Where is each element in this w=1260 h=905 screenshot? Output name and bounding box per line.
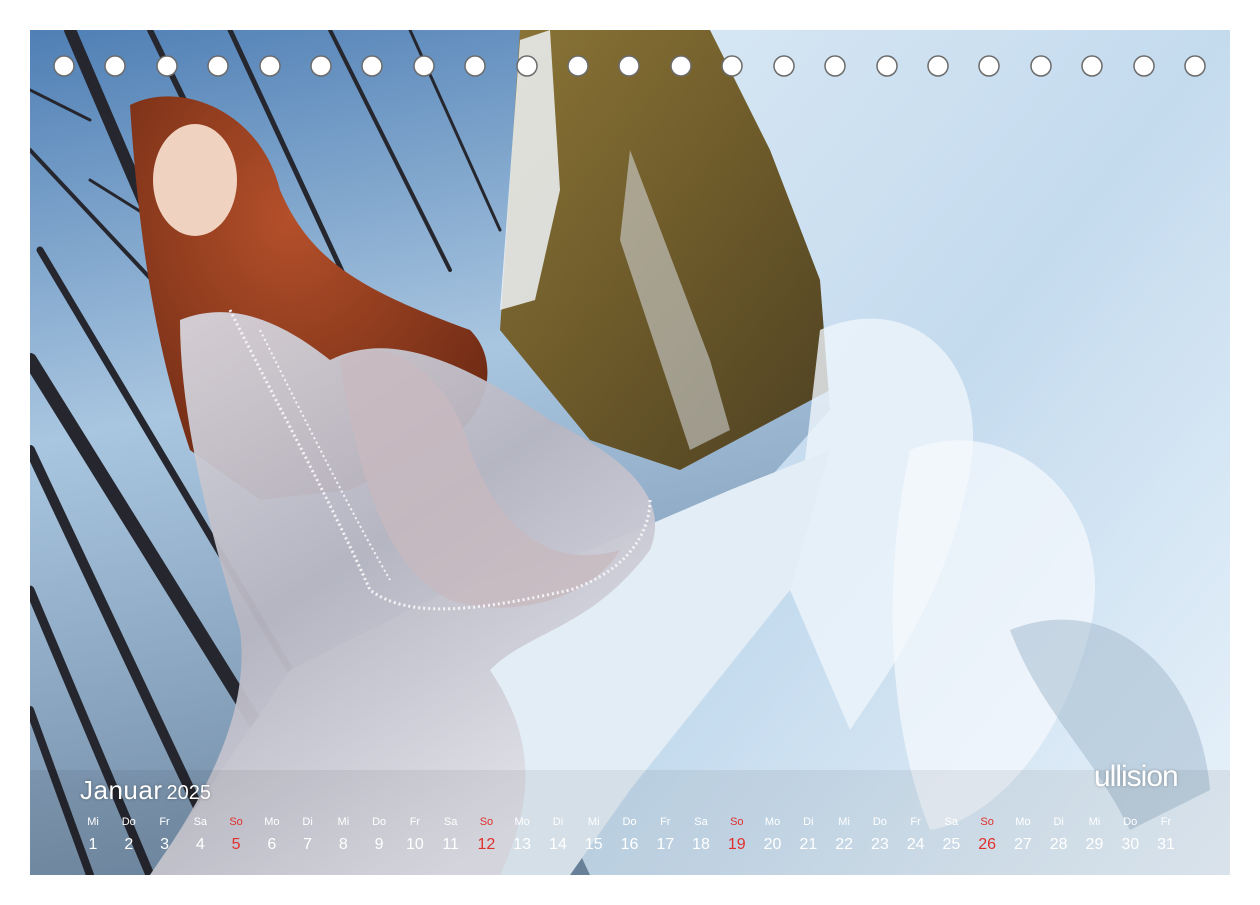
weekday-label: Mo — [264, 816, 280, 828]
day-number: 4 — [195, 836, 205, 853]
day-number: 25 — [942, 836, 961, 853]
day-number: 10 — [405, 836, 424, 853]
weekday-label: Mi — [337, 816, 350, 828]
weekday-label: Sa — [443, 816, 458, 828]
weekday-label: Di — [803, 816, 814, 828]
day-number: 30 — [1121, 836, 1140, 853]
weekday-label: Do — [1123, 816, 1138, 828]
weekday-label: Sa — [193, 816, 208, 828]
day-number: 14 — [549, 836, 567, 853]
day-number: 6 — [267, 836, 277, 853]
weekday-label: Mi — [838, 816, 850, 828]
day-number: 19 — [727, 836, 746, 853]
day-number: 20 — [763, 836, 782, 853]
weekday-label: Di — [552, 816, 564, 828]
day-number: 1 — [88, 836, 98, 853]
weekday-label: Fr — [1160, 816, 1172, 828]
weekday-label: Fr — [159, 816, 170, 828]
day-number: 12 — [477, 836, 496, 853]
weekday-label: So — [229, 816, 243, 828]
day-number: 24 — [906, 836, 925, 853]
day-number: 18 — [692, 836, 710, 853]
day-number: 17 — [656, 836, 675, 853]
day-number: 31 — [1157, 836, 1175, 853]
day-number: 27 — [1014, 836, 1032, 853]
day-number: 16 — [620, 836, 639, 853]
weekday-label: So — [980, 816, 994, 828]
weekday-label: Do — [372, 816, 387, 828]
weekday-label: Mo — [514, 816, 530, 828]
day-number: 29 — [1085, 836, 1104, 853]
weekday-label: Di — [302, 816, 313, 828]
weekday-label: So — [479, 816, 494, 828]
day-number: 3 — [160, 836, 169, 853]
weekday-label: Fr — [910, 816, 921, 828]
day-number: 9 — [374, 836, 384, 853]
weekday-label: So — [730, 816, 744, 828]
day-number: 21 — [799, 836, 818, 853]
year: 2025 — [166, 782, 212, 804]
brand-logo: ullision — [1094, 760, 1179, 793]
day-number: 7 — [303, 836, 313, 853]
weekday-label: Mo — [1015, 816, 1031, 828]
day-number: 8 — [338, 836, 348, 853]
weekday-label: Mi — [1088, 816, 1101, 828]
weekday-label: Do — [872, 816, 887, 828]
day-number: 26 — [978, 836, 997, 853]
weekday-label: Mo — [764, 816, 781, 828]
day-number: 13 — [513, 836, 532, 853]
weekday-label: Mi — [87, 816, 99, 828]
day-number: 22 — [835, 836, 853, 853]
weekday-label: Fr — [409, 816, 421, 828]
day-number: 2 — [124, 836, 134, 853]
day-number: 28 — [1049, 836, 1068, 853]
weekday-label: Mi — [587, 816, 600, 828]
day-number: 11 — [442, 836, 459, 853]
weekday-label: Do — [121, 816, 136, 828]
day-number: 23 — [870, 836, 889, 853]
weekday-label: Sa — [694, 816, 708, 828]
day-number: 15 — [584, 836, 603, 853]
calendar-photo — [30, 30, 1230, 875]
month-title: Januar 2025 — [80, 775, 211, 806]
weekday-label: Fr — [660, 816, 671, 828]
weekday-label: Do — [622, 816, 637, 828]
weekday-label: Di — [1053, 816, 1064, 828]
day-number: 5 — [231, 836, 241, 853]
month-name: Januar — [80, 775, 163, 805]
weekday-label: Sa — [944, 816, 959, 828]
